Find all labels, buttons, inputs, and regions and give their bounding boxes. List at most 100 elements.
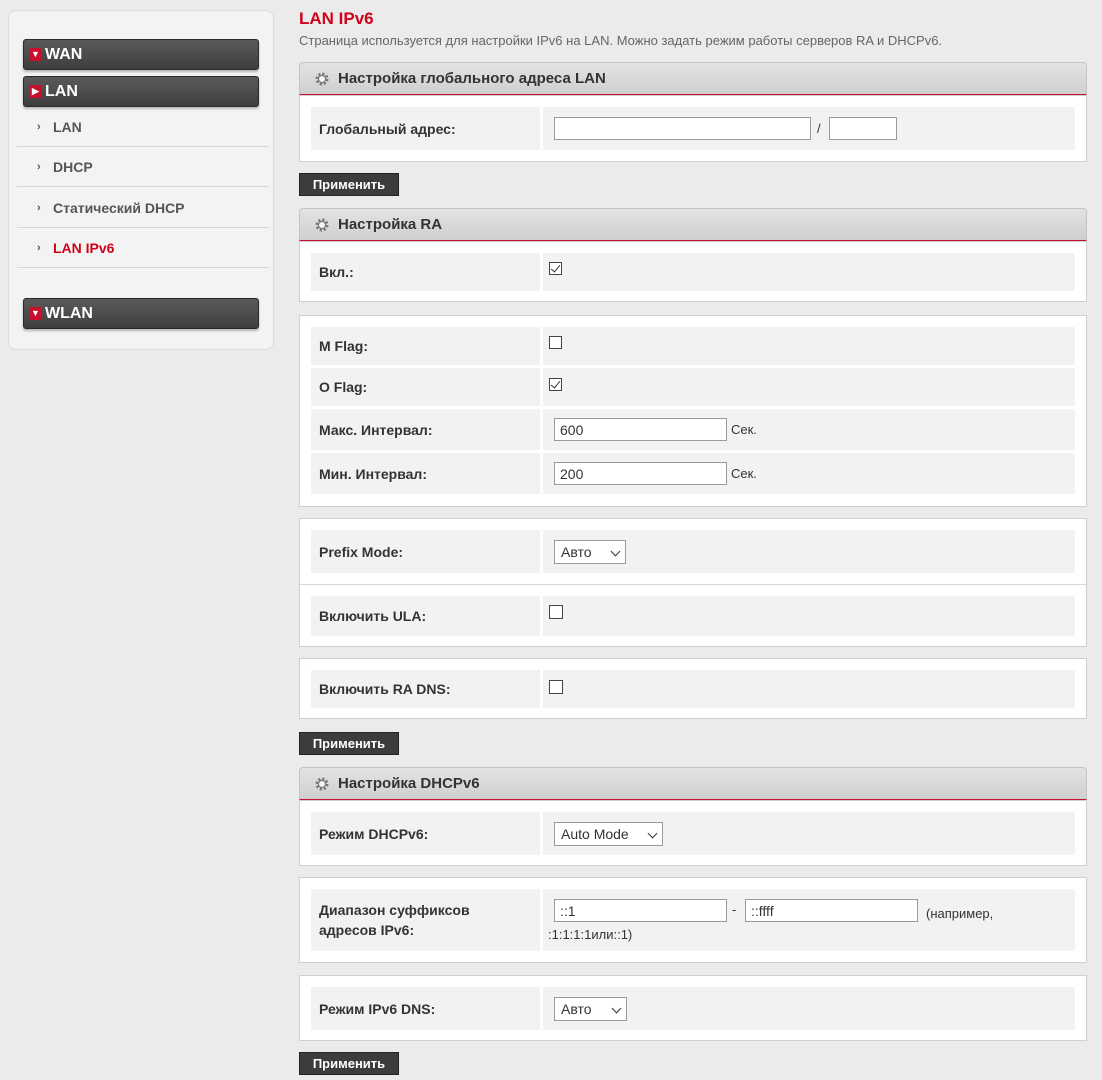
global-address-label: Глобальный адрес:	[311, 107, 540, 150]
global-address-row: Глобальный адрес: /	[311, 107, 1075, 150]
section-header-dhcpv6: Настройка DHCPv6	[299, 767, 1087, 800]
sidebar-item-label: LAN	[53, 118, 82, 135]
bullet-icon: ›	[37, 120, 41, 133]
apply-button-global[interactable]: Применить	[299, 173, 399, 196]
range-hint: (например, :1:1:1:1или::1)	[548, 906, 994, 942]
oflag-row: O Flag:	[311, 368, 1075, 406]
ipv6-dns-box: Режим IPv6 DNS: Авто	[299, 975, 1087, 1041]
ra-enable-value	[543, 253, 1075, 291]
gear-icon	[315, 72, 329, 85]
menu-wlan-label: WLAN	[45, 304, 93, 322]
menu-wan-label: WAN	[45, 45, 83, 63]
divider	[300, 584, 1086, 585]
ra-flags-box: M Flag: O Flag: Макс. Интервал: Сек. Мин…	[299, 315, 1087, 507]
chevron-right-icon: ▶	[30, 85, 41, 98]
prefix-mode-selected: Авто	[561, 543, 592, 560]
oflag-label: O Flag:	[311, 368, 540, 406]
suffix-range-box: Диапазон суффиксов адресов IPv6: - (напр…	[299, 877, 1087, 963]
suffix-range-row: Диапазон суффиксов адресов IPv6: - (напр…	[311, 889, 1075, 951]
ra-dns-row: Включить RA DNS:	[311, 670, 1075, 708]
ipv6-dns-value: Авто	[543, 987, 1075, 1030]
prefix-mode-row: Prefix Mode: Авто	[311, 530, 1075, 573]
ra-dns-box: Включить RA DNS:	[299, 658, 1087, 719]
global-address-input[interactable]	[554, 117, 811, 140]
page-title: LAN IPv6	[299, 9, 374, 28]
suffix-range-value: - (например, :1:1:1:1или::1)	[543, 889, 1075, 951]
mflag-row: M Flag:	[311, 327, 1075, 365]
min-interval-unit: Сек.	[731, 466, 757, 481]
dhcpv6-mode-value: Auto Mode	[543, 812, 1075, 855]
ra-dns-checkbox[interactable]	[549, 680, 563, 694]
sidebar: ▼ WAN ▶ LAN › LAN › DHCP › Статический D…	[8, 10, 274, 350]
oflag-value	[543, 368, 1075, 406]
chevron-down-icon: ▼	[30, 307, 41, 320]
bullet-icon: ›	[37, 160, 41, 173]
page-description: Страница используется для настройки IPv6…	[299, 33, 943, 48]
chevron-down-icon: ▼	[30, 48, 41, 61]
sidebar-item-dhcp[interactable]: › DHCP	[17, 147, 269, 187]
section-header-global: Настройка глобального адреса LAN	[299, 62, 1087, 95]
min-interval-value: Сек.	[543, 453, 1075, 494]
slash-separator: /	[817, 121, 821, 136]
max-interval-unit: Сек.	[731, 422, 757, 437]
ra-enable-row: Вкл.:	[311, 253, 1075, 291]
section-title: Настройка DHCPv6	[338, 775, 480, 792]
sidebar-item-label: DHCP	[53, 158, 93, 175]
max-interval-row: Макс. Интервал: Сек.	[311, 409, 1075, 450]
dhcpv6-mode-select[interactable]: Auto Mode	[554, 821, 663, 846]
bullet-icon: ›	[37, 241, 41, 254]
ipv6-dns-selected: Авто	[561, 1000, 592, 1017]
sidebar-item-lan[interactable]: › LAN	[17, 107, 269, 147]
chevron-down-icon	[611, 1003, 622, 1013]
ula-value	[543, 596, 1075, 636]
mflag-value	[543, 327, 1075, 365]
prefix-mode-value: Авто	[543, 530, 1075, 573]
ipv6-dns-row: Режим IPv6 DNS: Авто	[311, 987, 1075, 1030]
min-interval-row: Мин. Интервал: Сек.	[311, 453, 1075, 494]
chevron-down-icon	[647, 828, 658, 838]
suffix-range-label: Диапазон суффиксов адресов IPv6:	[311, 889, 540, 951]
mflag-checkbox[interactable]	[549, 335, 562, 349]
chevron-down-icon	[610, 546, 621, 556]
min-interval-input[interactable]	[554, 462, 727, 485]
ra-prefix-box: Prefix Mode: Авто Включить ULA:	[299, 518, 1087, 647]
sidebar-item-label: LAN IPv6	[53, 239, 115, 256]
sidebar-item-static-dhcp[interactable]: › Статический DHCP	[17, 188, 269, 228]
sidebar-item-label: Статический DHCP	[53, 199, 185, 216]
ra-dns-label: Включить RA DNS:	[311, 670, 540, 708]
menu-wlan[interactable]: ▼ WLAN	[23, 298, 259, 329]
ra-dns-value	[543, 670, 1075, 708]
ipv6-dns-select[interactable]: Авто	[554, 996, 627, 1021]
ipv6-dns-label: Режим IPv6 DNS:	[311, 987, 540, 1030]
menu-wan[interactable]: ▼ WAN	[23, 39, 259, 70]
prefix-mode-label: Prefix Mode:	[311, 530, 540, 573]
apply-button-dhcpv6[interactable]: Применить	[299, 1052, 399, 1075]
gear-icon	[315, 218, 329, 231]
menu-lan-label: LAN	[45, 82, 78, 100]
section-title: Настройка глобального адреса LAN	[338, 70, 606, 87]
ula-checkbox[interactable]	[549, 605, 563, 619]
ra-enable-checkbox[interactable]	[549, 261, 562, 275]
bullet-icon: ›	[37, 201, 41, 214]
dhcpv6-mode-box: Режим DHCPv6: Auto Mode	[299, 800, 1087, 866]
min-interval-label: Мин. Интервал:	[311, 453, 540, 494]
ula-row: Включить ULA:	[311, 596, 1075, 636]
prefix-mode-select[interactable]: Авто	[554, 539, 626, 564]
dhcpv6-mode-label: Режим DHCPv6:	[311, 812, 540, 855]
ra-enable-box: Вкл.:	[299, 241, 1087, 302]
max-interval-input[interactable]	[554, 418, 727, 441]
max-interval-value: Сек.	[543, 409, 1075, 450]
ra-enable-label: Вкл.:	[311, 253, 540, 291]
apply-button-ra[interactable]: Применить	[299, 732, 399, 755]
global-address-box: Глобальный адрес: /	[299, 95, 1087, 162]
oflag-checkbox[interactable]	[549, 377, 562, 391]
prefix-length-input[interactable]	[828, 117, 897, 140]
max-interval-label: Макс. Интервал:	[311, 409, 540, 450]
section-title: Настройка RA	[338, 216, 443, 233]
gear-icon	[315, 777, 329, 790]
global-address-value: /	[543, 107, 1075, 150]
dhcpv6-mode-row: Режим DHCPv6: Auto Mode	[311, 812, 1075, 855]
menu-lan[interactable]: ▶ LAN	[23, 76, 259, 107]
sidebar-item-lan-ipv6[interactable]: › LAN IPv6	[17, 228, 269, 268]
dhcpv6-mode-selected: Auto Mode	[561, 825, 629, 842]
